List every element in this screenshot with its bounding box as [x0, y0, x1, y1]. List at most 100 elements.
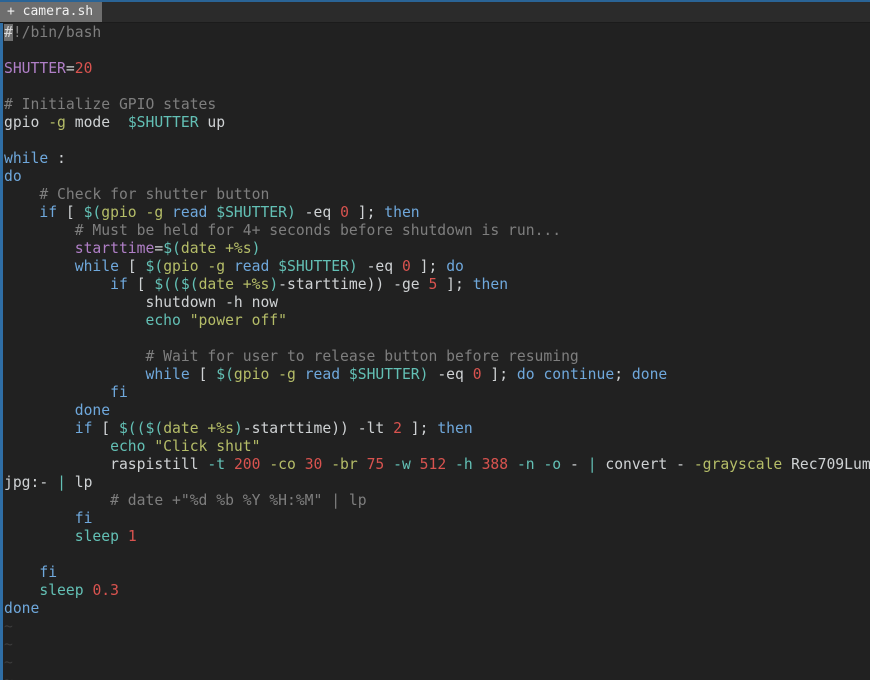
code-token: ): [287, 204, 296, 221]
code-token: then: [437, 420, 472, 437]
code-token: [4, 582, 39, 599]
code-token: [358, 456, 367, 473]
code-token: [4, 438, 110, 455]
code-token: ];: [437, 276, 472, 293]
code-token: 2: [393, 420, 402, 437]
code-token: raspistill: [110, 456, 207, 473]
code-token: # Initialize GPIO states: [4, 96, 216, 113]
code-token: -o: [543, 456, 561, 473]
code-token: $(: [84, 204, 102, 221]
code-line: shutdown -h now: [4, 294, 870, 312]
code-token: !/bin/bash: [13, 24, 101, 41]
editor-area[interactable]: #!/bin/bash SHUTTER=20 # Initialize GPIO…: [0, 23, 870, 680]
code-token: [225, 456, 234, 473]
code-line: [4, 42, 870, 60]
code-token: $(: [216, 366, 234, 383]
code-line: done: [4, 402, 870, 420]
code-token: while: [145, 366, 189, 383]
code-line: while :: [4, 150, 870, 168]
code-token: 20: [75, 60, 93, 77]
code-token: 0: [473, 366, 482, 383]
code-token: -co: [269, 456, 296, 473]
code-token: [4, 240, 75, 257]
tab-bar-empty-area[interactable]: [102, 2, 870, 22]
code-line: sleep 0.3: [4, 582, 870, 600]
code-token: 0.3: [92, 582, 119, 599]
code-token: 1: [128, 528, 137, 545]
code-line: # Check for shutter button: [4, 186, 870, 204]
code-token: #: [4, 24, 13, 41]
code-token: :: [48, 150, 66, 167]
code-token: starttime: [75, 240, 155, 257]
code-token: 388: [482, 456, 509, 473]
code-token: $SHUTTER: [278, 258, 349, 275]
code-token: done: [4, 600, 39, 617]
code-token: mode: [66, 114, 128, 131]
code-token: date +%s: [163, 420, 234, 437]
code-token: read: [305, 366, 340, 383]
code-token: ];: [482, 366, 517, 383]
code-token: [322, 456, 331, 473]
code-token: sleep: [75, 528, 119, 545]
code-token: [4, 186, 39, 203]
code-line: if [ $(($(date +%s)-starttime)) -lt 2 ];…: [4, 420, 870, 438]
code-token: [207, 204, 216, 221]
code-token: $SHUTTER: [349, 366, 420, 383]
tab-bar: + camera.sh: [0, 2, 870, 23]
code-token: fi: [75, 510, 93, 527]
code-token: lp: [66, 474, 93, 491]
code-token: read: [172, 204, 207, 221]
code-line: # Wait for user to release button before…: [4, 348, 870, 366]
code-line: [4, 132, 870, 150]
code-token: done: [75, 402, 110, 419]
code-line: do: [4, 168, 870, 186]
code-line: ~: [4, 636, 870, 654]
code-token: [411, 456, 420, 473]
code-token: $((: [154, 276, 181, 293]
code-token: read: [234, 258, 269, 275]
code-token: [4, 204, 39, 221]
code-token: [4, 348, 145, 365]
code-token: -eq: [296, 204, 340, 221]
code-line: if [ $(gpio -g read $SHUTTER) -eq 0 ]; t…: [4, 204, 870, 222]
code-token: [: [119, 258, 146, 275]
code-content[interactable]: #!/bin/bash SHUTTER=20 # Initialize GPIO…: [0, 23, 870, 680]
code-token: 0: [402, 258, 411, 275]
code-token: =: [66, 60, 75, 77]
code-token: jpg:-: [4, 474, 57, 491]
code-token: ): [252, 240, 261, 257]
code-token: 30: [305, 456, 323, 473]
code-token: [4, 276, 110, 293]
code-token: [225, 258, 234, 275]
code-token: # date +"%d %b %Y %H:%M" | lp: [110, 492, 366, 509]
code-token: gpio: [101, 204, 145, 221]
code-line: fi: [4, 510, 870, 528]
code-line: fi: [4, 384, 870, 402]
code-token: do: [517, 366, 535, 383]
code-token: -h: [225, 294, 243, 311]
code-token: [4, 366, 145, 383]
code-token: gpio: [234, 366, 278, 383]
code-token: 200: [234, 456, 261, 473]
code-token: $(: [146, 420, 164, 437]
code-token: if: [110, 276, 128, 293]
code-line: while [ $(gpio -g read $SHUTTER) -eq 0 ]…: [4, 366, 870, 384]
code-token: ): [234, 420, 243, 437]
code-token: [119, 528, 128, 545]
code-token: date +%s: [199, 276, 270, 293]
tab-camera-sh[interactable]: + camera.sh: [0, 2, 102, 22]
code-token: ): [269, 276, 278, 293]
code-token: -: [561, 456, 588, 473]
code-token: done: [632, 366, 667, 383]
code-token: gpio: [163, 258, 207, 275]
code-token: 0: [340, 204, 349, 221]
code-token: [4, 384, 110, 401]
code-token: [384, 456, 393, 473]
code-token: # Wait for user to release button before…: [145, 348, 578, 365]
code-token: [4, 456, 110, 473]
code-token: [260, 456, 269, 473]
code-token: continue: [543, 366, 614, 383]
code-line: while [ $(gpio -g read $SHUTTER) -eq 0 ]…: [4, 258, 870, 276]
code-token: [296, 456, 305, 473]
code-token: [4, 564, 39, 581]
